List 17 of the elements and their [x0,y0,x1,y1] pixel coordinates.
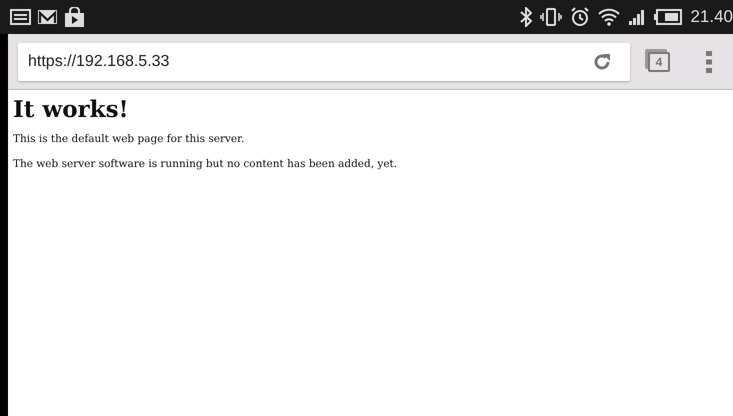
paragraph: The web server software is running but no content has been added, yet. [13,158,398,170]
url-text: https://192.168.5.33 [28,52,170,70]
mail-icon [37,9,58,25]
wifi-icon [598,8,620,26]
clock-time: 21.40 [690,7,733,27]
vibrate-icon [540,7,562,27]
alarm-clock-icon [570,7,590,27]
page-heading: It works! [13,96,130,123]
reload-icon[interactable] [592,52,612,72]
bluetooth-icon [520,7,532,27]
paragraph: This is the default web page for this server. [13,133,246,145]
address-bar[interactable]: https://192.168.5.33 [18,42,630,80]
signal-icon [628,9,646,25]
menu-icon[interactable] [706,50,712,72]
image-notification-icon [10,9,31,25]
battery-icon [654,9,682,25]
shopping-bag-icon [64,7,85,27]
